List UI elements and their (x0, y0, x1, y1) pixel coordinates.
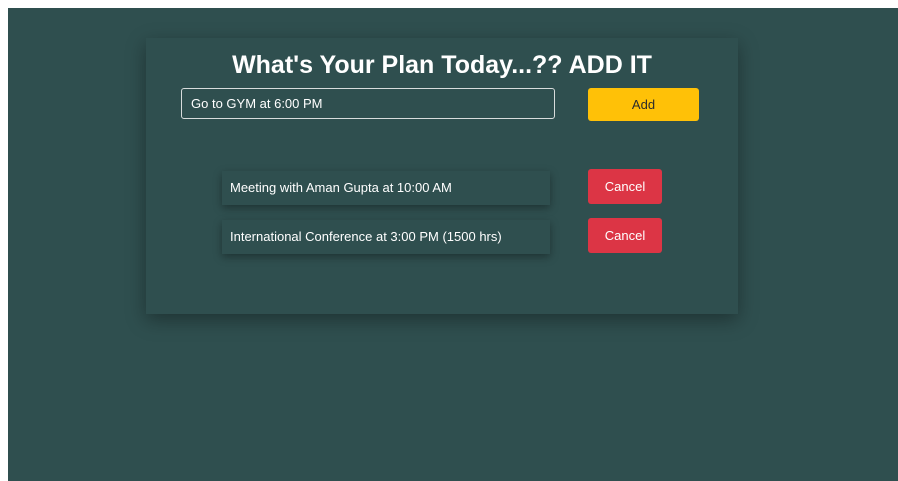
task-list: Meeting with Aman Gupta at 10:00 AM Canc… (222, 169, 662, 267)
todo-card: What's Your Plan Today...?? ADD IT Add M… (146, 38, 738, 314)
task-text: International Conference at 3:00 PM (150… (222, 220, 550, 254)
cancel-button[interactable]: Cancel (588, 169, 662, 204)
add-button[interactable]: Add (588, 88, 699, 121)
task-text: Meeting with Aman Gupta at 10:00 AM (222, 171, 550, 205)
page-title: What's Your Plan Today...?? ADD IT (232, 51, 652, 79)
app-container: What's Your Plan Today...?? ADD IT Add M… (8, 8, 898, 481)
cancel-button[interactable]: Cancel (588, 218, 662, 253)
task-input[interactable] (181, 88, 555, 119)
task-row: International Conference at 3:00 PM (150… (222, 218, 662, 254)
task-row: Meeting with Aman Gupta at 10:00 AM Canc… (222, 169, 662, 205)
